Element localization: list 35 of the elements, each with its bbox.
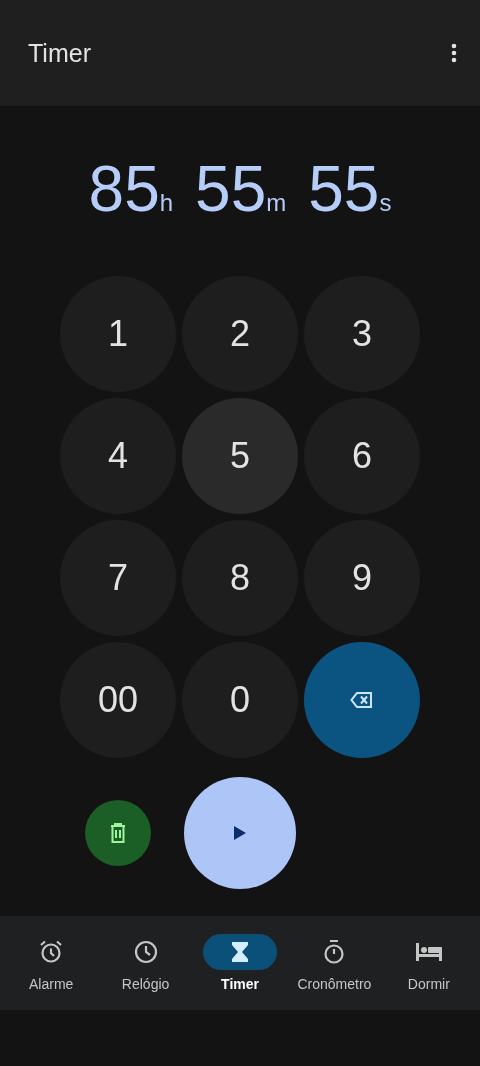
clock-icon bbox=[132, 939, 159, 965]
nav-label: Timer bbox=[221, 976, 259, 992]
digit-key[interactable]: 1 bbox=[60, 276, 176, 392]
time-value: 55 bbox=[308, 152, 380, 226]
nav-label: Alarme bbox=[29, 976, 74, 992]
time-value: 85 bbox=[88, 152, 160, 226]
time-value: 55 bbox=[195, 152, 267, 226]
nav-tab[interactable]: Timer bbox=[192, 934, 288, 992]
time-unit: h bbox=[159, 189, 174, 217]
digit-key[interactable]: 9 bbox=[304, 520, 420, 636]
digit-key[interactable]: 3 bbox=[304, 276, 420, 392]
nav-tab[interactable]: Relógio bbox=[98, 934, 193, 992]
digit-key[interactable]: 00 bbox=[60, 642, 176, 758]
time-unit: m bbox=[266, 189, 287, 217]
digit-key[interactable]: 7 bbox=[60, 520, 176, 636]
nav-label: Dormir bbox=[407, 976, 450, 992]
nav-tab[interactable]: Cronômetro bbox=[287, 934, 382, 992]
time-unit: s bbox=[379, 189, 392, 217]
digit-key[interactable]: 5 bbox=[182, 398, 298, 514]
digit-key[interactable]: 8 bbox=[182, 520, 298, 636]
digit-key[interactable]: 6 bbox=[304, 398, 420, 514]
app-title: Timer bbox=[28, 38, 91, 68]
nav-tab[interactable]: Dormir bbox=[381, 934, 477, 992]
bed-icon bbox=[414, 942, 443, 962]
more-options-icon[interactable] bbox=[451, 43, 457, 63]
digit-key[interactable]: 4 bbox=[60, 398, 176, 514]
digit-key[interactable]: 2 bbox=[182, 276, 298, 392]
nav-tab[interactable]: Alarme bbox=[4, 934, 99, 992]
hourglass-icon bbox=[230, 941, 250, 963]
play-icon bbox=[233, 825, 247, 841]
nav-label: Relógio bbox=[121, 976, 170, 992]
trash-icon bbox=[109, 822, 127, 844]
backspace-icon bbox=[350, 691, 374, 709]
nav-label: Cronômetro bbox=[297, 976, 372, 992]
digit-key[interactable]: 0 bbox=[182, 642, 298, 758]
